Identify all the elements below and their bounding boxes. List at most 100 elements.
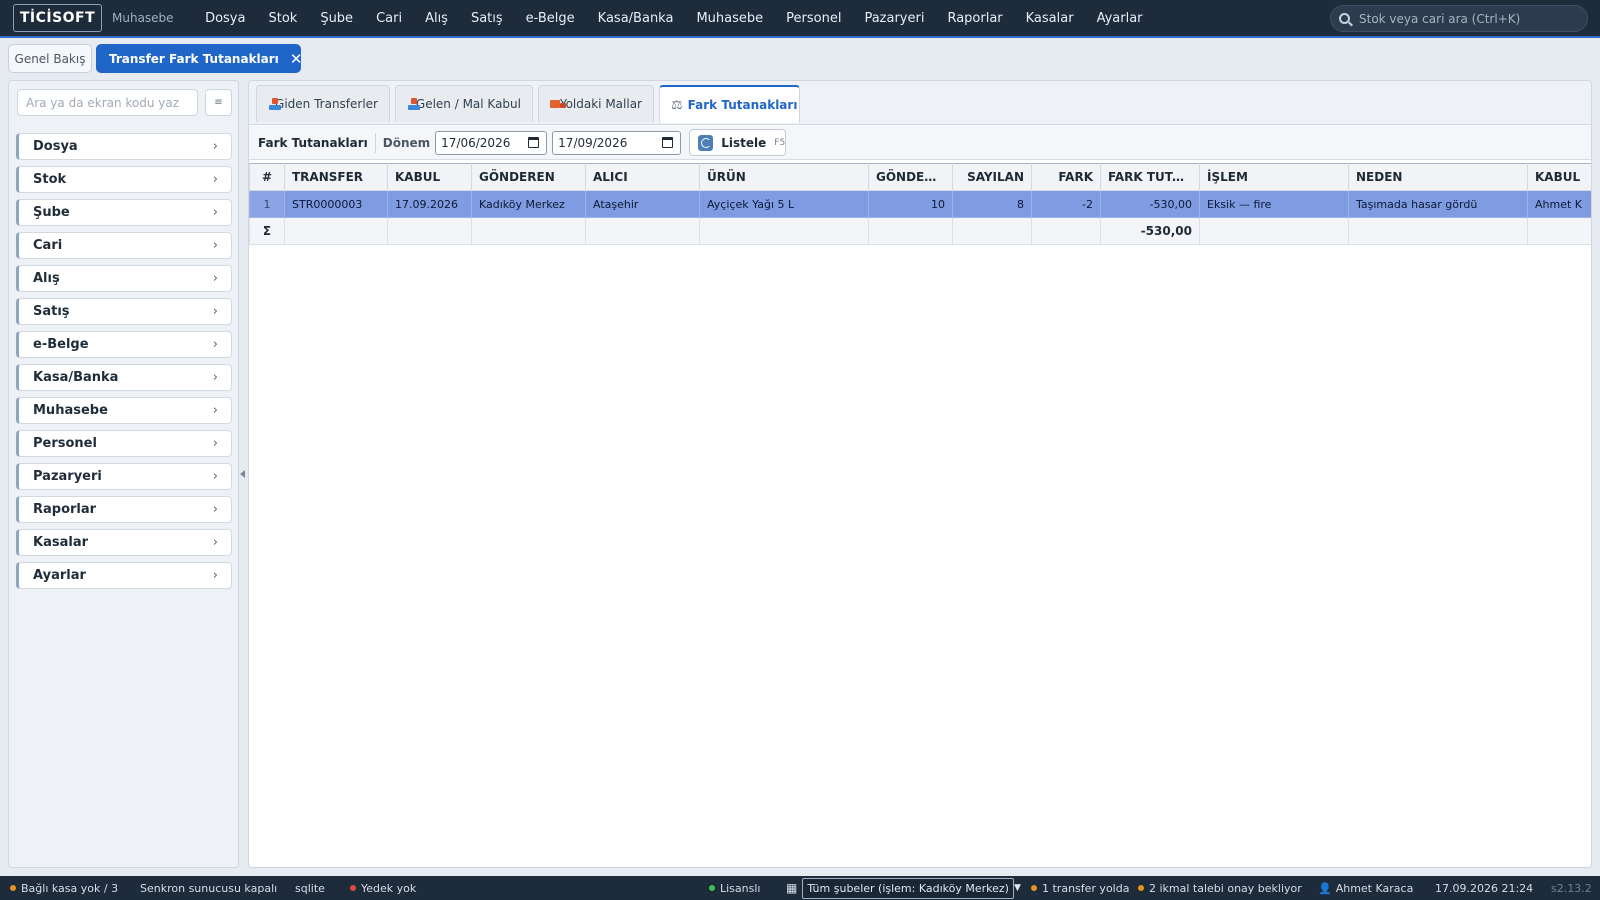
column-header[interactable]: ALICI (585, 163, 700, 191)
sidebar-search-input[interactable] (17, 89, 198, 116)
column-header[interactable]: GÖNDERİ... (868, 163, 953, 191)
menu-kasa-banka[interactable]: Kasa/Banka (586, 11, 685, 26)
sum-total: -530,00 (1100, 217, 1200, 245)
status-requests[interactable]: 2 ikmal talebi onay bekliyor (1138, 876, 1302, 900)
column-header[interactable]: FARK TUTARI (1100, 163, 1200, 191)
tab-gelen-mal-kabul[interactable]: Gelen / Mal Kabul (395, 85, 533, 122)
status-sync: Senkron sunucusu kapalı (140, 876, 277, 900)
doc-tab-transfer-diff[interactable]: Transfer Fark Tutanakları ✕ (96, 44, 303, 73)
sidebar-item-personel[interactable]: Personel › (16, 430, 232, 457)
sidebar-item-alis[interactable]: Alış › (16, 265, 232, 292)
sidebar-item-cari[interactable]: Cari › (16, 232, 232, 259)
column-header[interactable]: ÜRÜN (699, 163, 869, 191)
menu-cari[interactable]: Cari (365, 11, 414, 26)
status-db: sqlite (295, 876, 325, 900)
menu-dosya[interactable]: Dosya (194, 11, 257, 26)
status-user[interactable]: 👤 Ahmet Karaca (1318, 876, 1413, 900)
status-datetime: 17.09.2026 21:24 (1435, 876, 1533, 900)
calendar-icon[interactable] (662, 137, 674, 148)
branch-select[interactable]: Tüm şubeler (işlem: Kadıköy Merkez) ▼ (802, 877, 1021, 899)
sidebar-item-label: Alış (33, 271, 60, 286)
sidebar-item-dosya[interactable]: Dosya › (16, 133, 232, 160)
date-to-field[interactable]: 17/09/2026 (552, 130, 682, 155)
table-cell: Kadıköy Merkez (471, 190, 586, 218)
tab-label: Giden Transferler (275, 97, 378, 111)
search-icon (1339, 13, 1350, 24)
menu-pazaryeri[interactable]: Pazaryeri (853, 11, 936, 26)
menu-stok[interactable]: Stok (257, 11, 309, 26)
table-row[interactable]: 1 STR0000003 17.09.2026 Kadıköy Merkez A… (249, 190, 1591, 218)
sidebar-item-raporlar[interactable]: Raporlar › (16, 496, 232, 523)
sidebar-item-sube[interactable]: Şube › (16, 199, 232, 226)
status-text: 1 transfer yolda (1042, 881, 1130, 895)
chevron-right-icon: › (212, 271, 218, 286)
column-header[interactable]: # (249, 163, 285, 191)
menu-raporlar[interactable]: Raporlar (936, 11, 1014, 26)
sidebar-item-ebelge[interactable]: e-Belge › (16, 331, 232, 358)
table-cell (952, 217, 1032, 245)
date-from-field[interactable]: 17/06/2026 (435, 130, 548, 155)
table-cell: Ayçiçek Yağı 5 L (699, 190, 869, 218)
menu-personel[interactable]: Personel (775, 11, 853, 26)
status-text: Bağlı kasa yok / 3 (21, 881, 119, 895)
column-header[interactable]: NEDEN (1348, 163, 1528, 191)
menu-ayarlar[interactable]: Ayarlar (1085, 11, 1154, 26)
table-cell: 1 (249, 190, 285, 218)
sidebar-item-label: Raporlar (33, 502, 97, 517)
status-bar: Bağlı kasa yok / 3 Senkron sunucusu kapa… (0, 876, 1600, 900)
sidebar-item-kasa-banka[interactable]: Kasa/Banka › (16, 364, 232, 391)
branch-selector[interactable]: ▦ Tüm şubeler (işlem: Kadıköy Merkez) ▼ (786, 876, 1021, 900)
column-header[interactable]: FARK (1031, 163, 1101, 191)
sidebar-item-label: Kasa/Banka (33, 370, 119, 385)
list-button[interactable]: Listele F5 (689, 129, 787, 156)
table-cell (699, 217, 869, 245)
divider (374, 132, 376, 153)
global-search-input[interactable] (1359, 11, 1569, 26)
column-header[interactable]: KABUL (387, 163, 472, 191)
status-text: 17.09.2026 21:24 (1435, 881, 1534, 895)
app-logo[interactable]: TİCİSOFT (13, 4, 102, 32)
chevron-right-icon: › (212, 535, 218, 550)
table-cell (1348, 217, 1528, 245)
sidebar-item-stok[interactable]: Stok › (16, 166, 232, 193)
column-header[interactable]: GÖNDEREN (471, 163, 586, 191)
sidebar-item-ayarlar[interactable]: Ayarlar › (16, 562, 232, 589)
menu-kasalar[interactable]: Kasalar (1014, 11, 1085, 26)
sidebar-item-pazaryeri[interactable]: Pazaryeri › (16, 463, 232, 490)
column-header[interactable]: İŞLEM (1199, 163, 1349, 191)
menu-satis[interactable]: Satış (459, 11, 514, 26)
sidebar-item-kasalar[interactable]: Kasalar › (16, 529, 232, 556)
status-transfers[interactable]: 1 transfer yolda (1031, 876, 1129, 900)
sidebar-item-satis[interactable]: Satış › (16, 298, 232, 325)
chevron-right-icon: › (212, 205, 218, 220)
menu-sube[interactable]: Şube (309, 11, 365, 26)
status-cash-registers: Bağlı kasa yok / 3 (10, 876, 118, 900)
table-cell: STR0000003 (284, 190, 388, 218)
column-header[interactable]: SAYILAN (952, 163, 1032, 191)
column-header[interactable]: TRANSFER (284, 163, 388, 191)
menu-list-icon[interactable]: ≡ (205, 89, 232, 116)
calendar-icon[interactable] (528, 137, 540, 148)
column-header[interactable]: KABUL (1527, 163, 1591, 191)
data-grid: # TRANSFER KABUL GÖNDEREN ALICI ÜRÜN GÖN… (249, 163, 1591, 245)
scale-icon: ⚖ (671, 97, 683, 113)
menu-ebelge[interactable]: e-Belge (514, 11, 586, 26)
table-header: # TRANSFER KABUL GÖNDEREN ALICI ÜRÜN GÖN… (249, 163, 1591, 191)
sidebar-item-muhasebe[interactable]: Muhasebe › (16, 397, 232, 424)
menu-muhasebe[interactable]: Muhasebe (685, 11, 775, 26)
menu-alis[interactable]: Alış (414, 11, 460, 26)
top-bar: TİCİSOFT Muhasebe Dosya Stok Şube Cari A… (0, 0, 1600, 38)
tab-giden-transferler[interactable]: Giden Transferler (256, 85, 390, 122)
table-cell: 8 (952, 190, 1032, 218)
table-cell: Ahmet K (1527, 190, 1591, 218)
status-dot-icon (1031, 885, 1037, 891)
tab-fark-tutanaklari[interactable]: ⚖ Fark Tutanakları (659, 85, 800, 123)
close-icon[interactable]: ✕ (290, 50, 303, 68)
global-search[interactable] (1330, 5, 1588, 32)
doc-tab-overview[interactable]: Genel Bakış (8, 44, 92, 73)
doc-tab-label: Transfer Fark Tutanakları (109, 51, 279, 66)
sidebar-collapse-handle[interactable] (240, 470, 245, 478)
tab-yoldaki-mallar[interactable]: Yoldaki Mallar (538, 85, 654, 122)
sidebar-item-label: Şube (33, 205, 70, 220)
status-text: Senkron sunucusu kapalı (140, 881, 278, 895)
